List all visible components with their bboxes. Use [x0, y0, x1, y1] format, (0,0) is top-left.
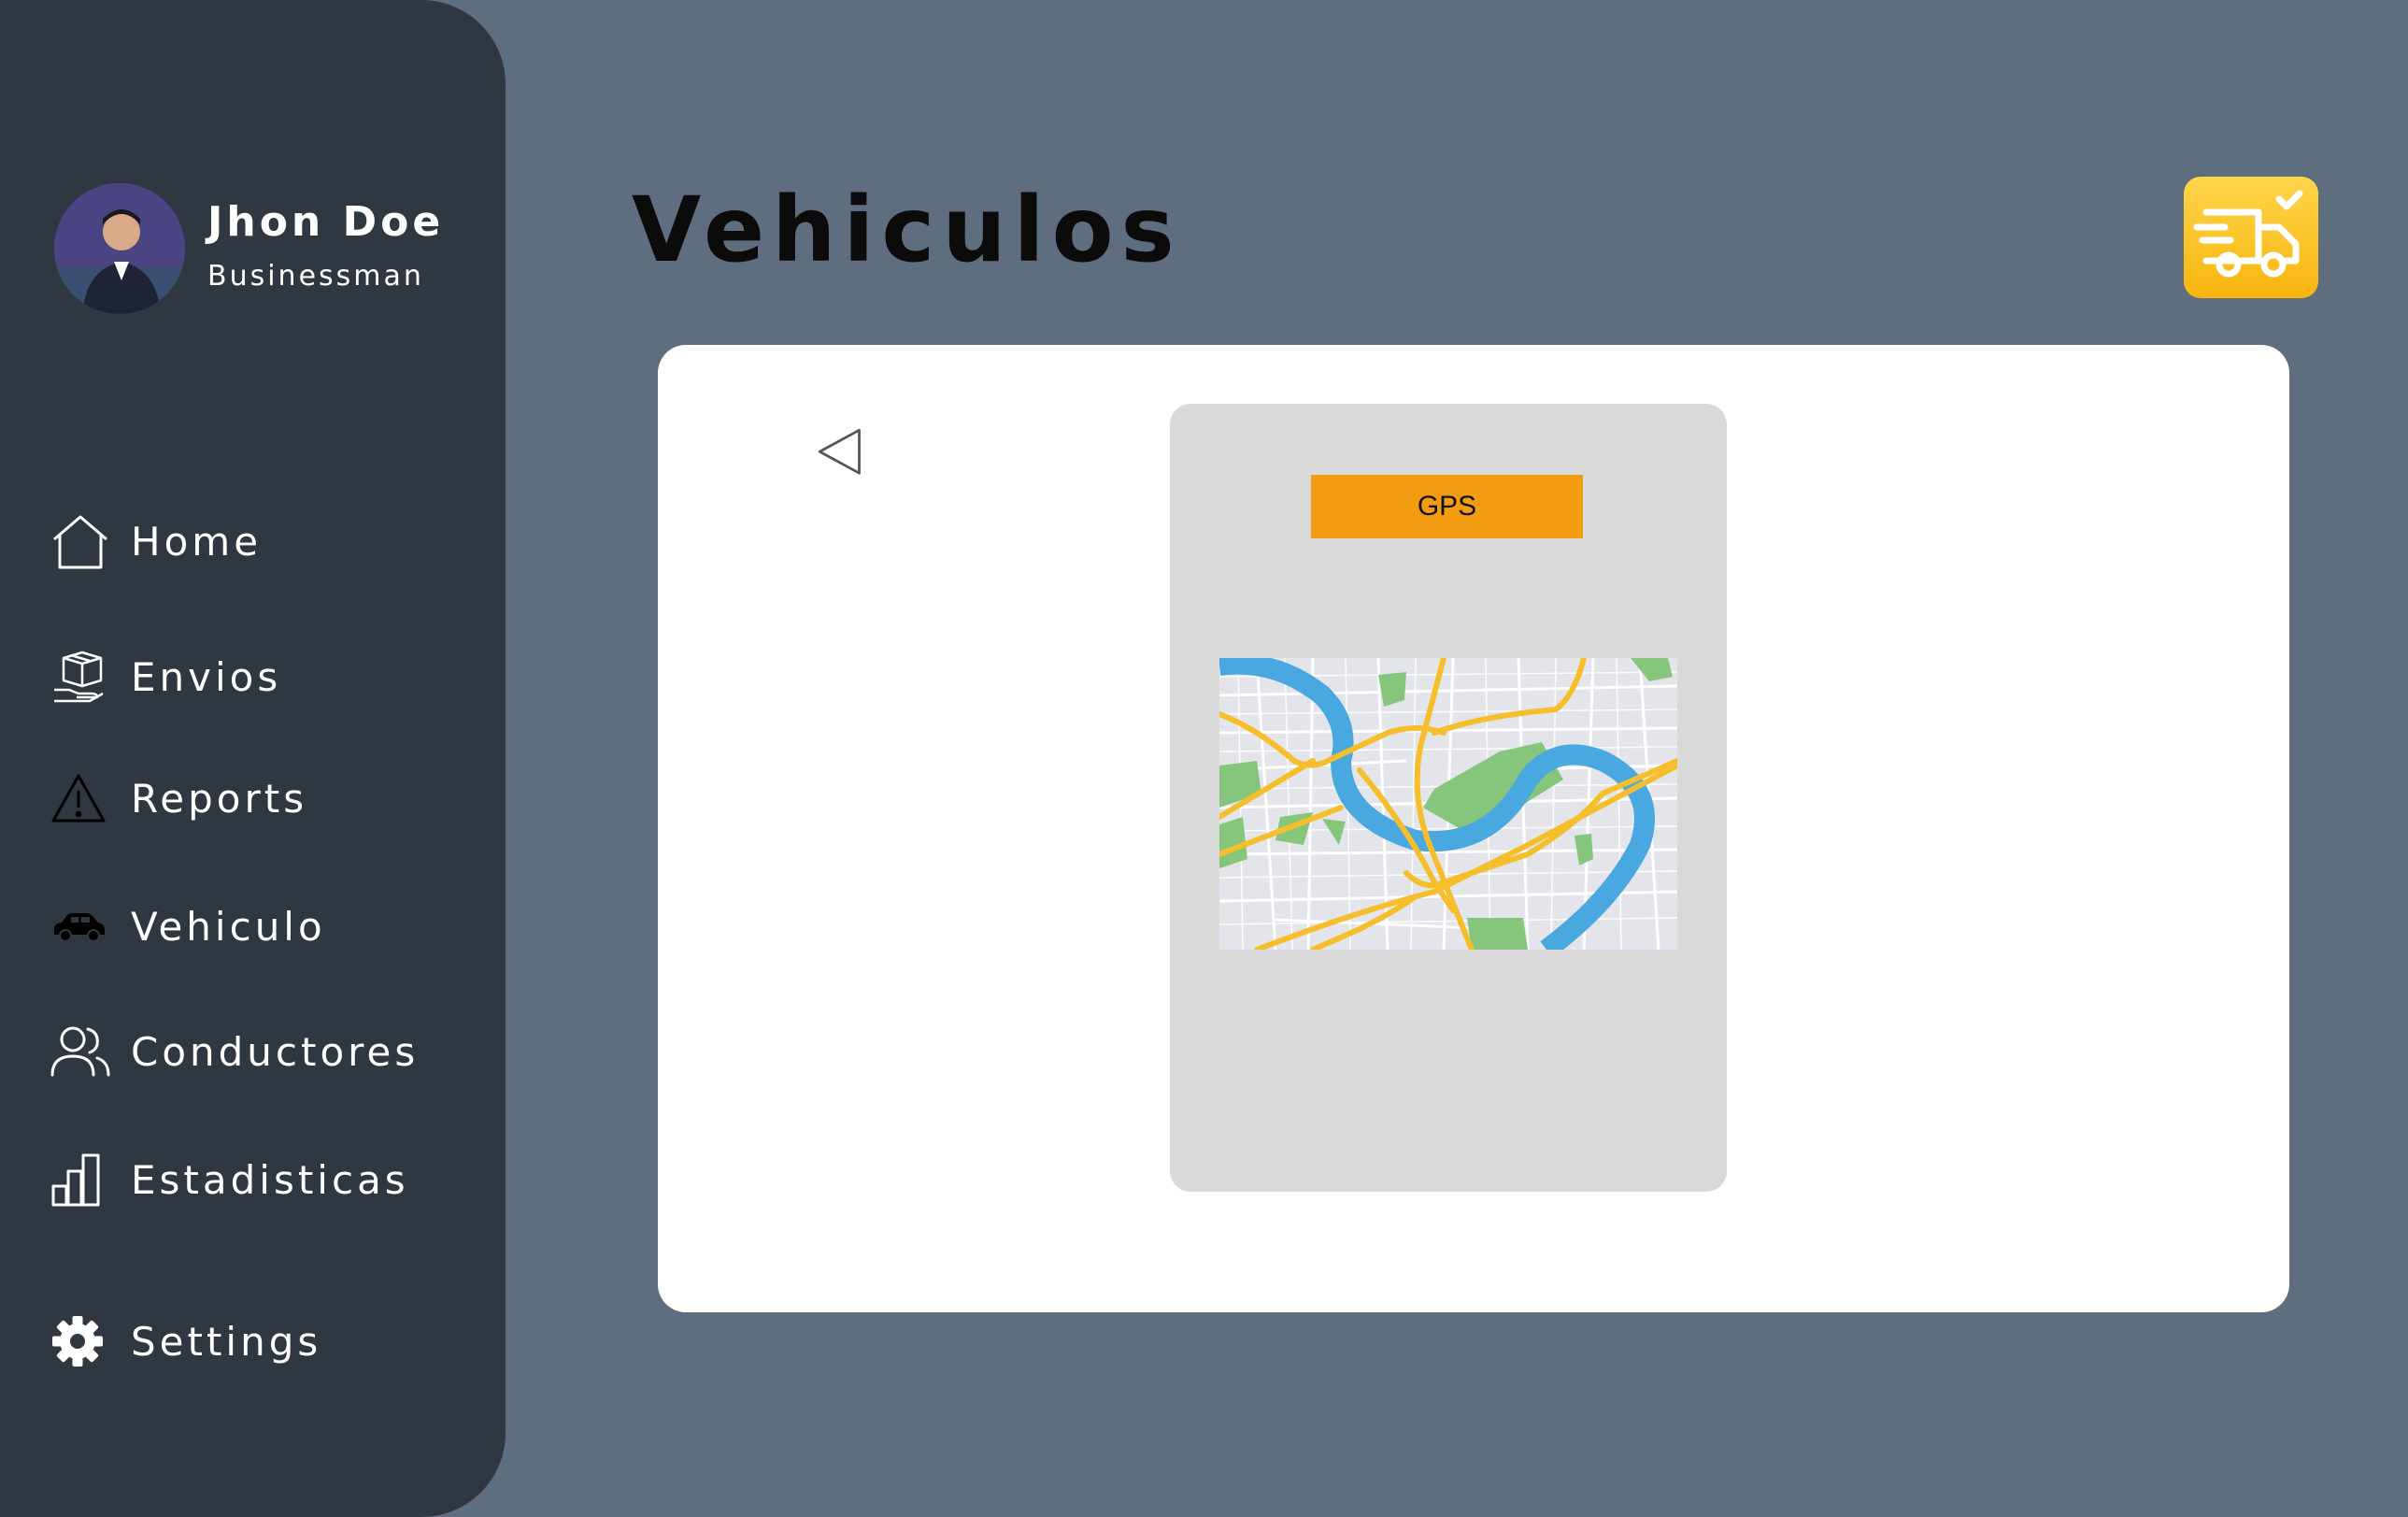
delivery-truck-icon[interactable] — [2184, 177, 2318, 298]
nav-item-home[interactable]: Home — [50, 504, 490, 579]
nav-item-estadisticas[interactable]: Estadisticas — [50, 1142, 490, 1217]
page-title: Vehiculos — [632, 178, 1182, 282]
main-card: GPS — [658, 345, 2289, 1312]
map-view[interactable] — [1219, 658, 1677, 950]
back-arrow-icon[interactable] — [811, 422, 873, 483]
nav-label-home: Home — [131, 518, 263, 565]
gps-panel: GPS — [1170, 404, 1727, 1192]
gps-button[interactable]: GPS — [1311, 475, 1583, 538]
warning-icon — [50, 767, 112, 829]
nav-item-envios[interactable]: Envios — [50, 639, 490, 714]
nav-label-estadisticas: Estadisticas — [131, 1156, 409, 1203]
car-icon — [50, 895, 112, 957]
user-profile[interactable]: Jhon Doe Businessman — [54, 183, 493, 316]
nav-label-reports: Reports — [131, 775, 308, 822]
user-name: Jhon Doe — [207, 198, 445, 246]
gear-icon — [50, 1310, 112, 1372]
sidebar: Jhon Doe Businessman Home Envios Reports… — [0, 0, 506, 1517]
nav-label-settings: Settings — [131, 1318, 322, 1365]
user-role: Businessman — [207, 260, 424, 293]
bar-chart-icon — [50, 1149, 112, 1210]
home-icon — [50, 510, 112, 572]
nav-label-envios: Envios — [131, 653, 282, 700]
nav-item-vehiculo[interactable]: Vehiculo — [50, 889, 490, 964]
users-icon — [50, 1021, 112, 1082]
nav-label-conductores: Conductores — [131, 1028, 420, 1075]
avatar — [54, 183, 185, 314]
nav-item-settings[interactable]: Settings — [50, 1304, 490, 1379]
nav-item-conductores[interactable]: Conductores — [50, 1014, 490, 1089]
nav-item-reports[interactable]: Reports — [50, 761, 490, 836]
nav-label-vehiculo: Vehiculo — [131, 903, 326, 950]
package-hand-icon — [50, 646, 112, 708]
